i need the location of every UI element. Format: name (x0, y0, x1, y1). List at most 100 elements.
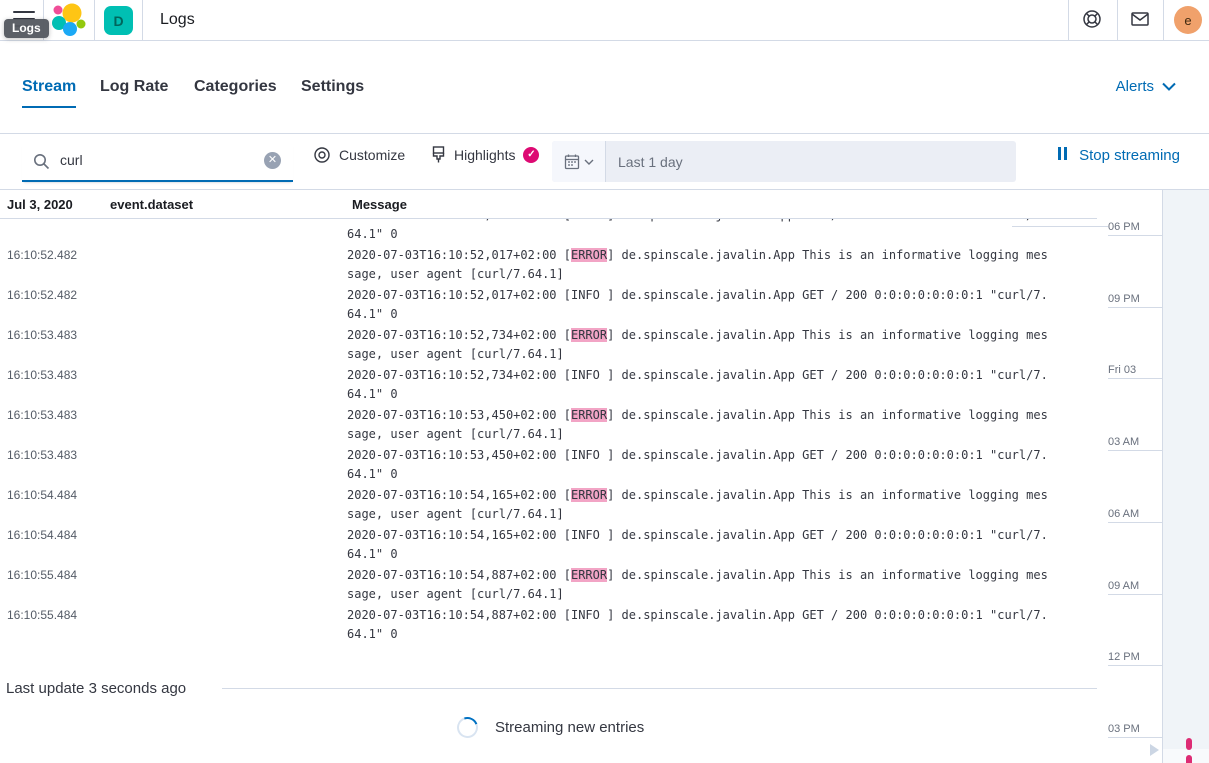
log-entry-message: 2020-07-03T16:10:53,450+02:00 [INFO ] de… (347, 446, 1051, 484)
tab-settings[interactable]: Settings (301, 78, 364, 96)
log-entry[interactable]: 16:10:52.482 2020-07-03T16:10:52,017+02:0… (0, 243, 1097, 283)
search-icon (33, 153, 50, 170)
alerts-label: Alerts (1116, 78, 1154, 95)
last-update-rule (222, 688, 1097, 689)
log-entry-timestamp: 16:10:53.483 (7, 408, 77, 422)
newsfeed-icon[interactable] (1129, 8, 1153, 32)
log-level-highlight: ERROR (571, 488, 607, 502)
minimap-tick: 09 PM (1108, 293, 1162, 308)
user-avatar[interactable]: e (1174, 6, 1202, 34)
date-range-picker[interactable]: Last 1 day (552, 141, 1016, 182)
page-title: Logs (160, 11, 195, 29)
minimap-search-marker (1186, 755, 1192, 763)
log-entry-message: 2020-07-03T16:10:52,017+02:00 [INFO ] de… (347, 286, 1051, 324)
minimap-tick-label: 03 AM (1108, 436, 1162, 450)
log-entry[interactable]: 16:10:52.482 2020-07-03T16:10:52,017+02:0… (0, 283, 1097, 323)
chevron-down-icon (1162, 82, 1176, 91)
tab-log-rate[interactable]: Log Rate (100, 78, 168, 96)
streaming-label: Streaming new entries (495, 719, 644, 736)
log-entry[interactable]: 16:10:53.483 2020-07-03T16:10:52,734+02:0… (0, 363, 1097, 403)
minimap-search-marker (1186, 738, 1192, 750)
calendar-icon (564, 153, 580, 170)
quick-select-button[interactable] (552, 141, 606, 182)
tab-stream[interactable]: Stream (22, 78, 76, 96)
top-navigation-bar: Logs D Logs (0, 0, 1209, 41)
highlights-button[interactable]: Highlights ✓ (431, 146, 539, 164)
minimap-tick-label: Fri 03 (1108, 364, 1162, 378)
log-entries-list: 16:10:51.4822020-07-03T16:10:51,298+02:0… (0, 203, 1097, 643)
stream-toolbar: ✕ Customize Highlights ✓ (0, 134, 1209, 190)
log-search-box: ✕ (22, 141, 293, 182)
log-entry-message: 2020-07-03T16:10:52,734+02:00 [ERROR] de… (347, 326, 1051, 364)
log-entry[interactable]: 16:10:55.484 2020-07-03T16:10:54,887+02:0… (0, 603, 1097, 643)
help-icon[interactable] (1081, 8, 1105, 32)
log-entry-timestamp: 16:10:54.484 (7, 528, 77, 542)
log-entry-timestamp: 16:10:53.483 (7, 448, 77, 462)
log-entry-message: 2020-07-03T16:10:54,887+02:00 [INFO ] de… (347, 606, 1051, 644)
column-header-date: Jul 3, 2020 (7, 197, 73, 212)
log-entry-message: 2020-07-03T16:10:54,165+02:00 [INFO ] de… (347, 526, 1051, 564)
log-level-highlight: ERROR (571, 248, 607, 262)
alerts-menu-button[interactable]: Alerts (1116, 78, 1176, 95)
log-entry-timestamp: 16:10:55.484 (7, 608, 77, 622)
date-range-value[interactable]: Last 1 day (606, 141, 1016, 182)
minimap-tick: Fri 03 (1108, 364, 1162, 379)
log-entry-timestamp: 16:10:54.484 (7, 488, 77, 502)
minimap-position-pointer (1150, 744, 1159, 756)
log-entry-timestamp: 16:10:52.482 (7, 248, 77, 262)
highlights-active-badge: ✓ (523, 147, 539, 163)
minimap-tick: 03 AM (1108, 436, 1162, 451)
tabs-row: Stream Log Rate Categories Settings Aler… (0, 41, 1209, 134)
minimap-tick-label: 06 AM (1108, 508, 1162, 522)
eye-icon (313, 146, 331, 164)
loading-spinner-icon (454, 714, 482, 742)
deployment-badge[interactable]: D (104, 6, 133, 35)
minimap-tick-label: 03 PM (1108, 723, 1162, 737)
minimap-tick-label: 06 PM (1108, 221, 1162, 235)
search-input[interactable] (60, 141, 250, 179)
logs-app: Logs D Logs (0, 0, 1209, 763)
minimap-time-ruler: 06 PM 09 PM Fri 03 03 AM 06 AM 09 AM 12 PM 03 P… (1097, 190, 1162, 763)
minimap-tick: 09 AM (1108, 580, 1162, 595)
log-level-highlight: ERROR (571, 568, 607, 582)
chevron-down-icon (584, 159, 594, 165)
log-stream[interactable]: 16:10:51.4822020-07-03T16:10:51,298+02:0… (0, 190, 1097, 763)
log-entry[interactable]: 16:10:54.484 2020-07-03T16:10:54,165+02:0… (0, 483, 1097, 523)
log-entry[interactable]: 16:10:55.4842020-07-03T16:10:54,887+02:0… (0, 563, 1097, 603)
log-level-highlight: ERROR (571, 408, 607, 422)
minimap-tick-label: 09 AM (1108, 580, 1162, 594)
log-entry[interactable]: 16:10:53.483 2020-07-03T16:10:53,450+02:0… (0, 443, 1097, 483)
log-entry-timestamp: 16:10:53.483 (7, 368, 77, 382)
log-table-header: Jul 3, 2020 event.dataset Message (0, 190, 1097, 219)
tab-categories[interactable]: Categories (194, 78, 277, 96)
minimap-tick: 06 PM (1108, 221, 1162, 236)
log-entry-message: 2020-07-03T16:10:52,734+02:00 [INFO ] de… (347, 366, 1051, 404)
brush-icon (431, 146, 446, 164)
last-update-text: Last update 3 seconds ago (6, 680, 186, 697)
log-entry[interactable]: 16:10:54.484 2020-07-03T16:10:54,165+02:0… (0, 523, 1097, 563)
log-entry[interactable]: 16:10:53.483 2020-07-03T16:10:52,734+02:0… (0, 323, 1097, 363)
log-entry-timestamp: 16:10:52.482 (7, 288, 77, 302)
log-level-highlight: ERROR (571, 328, 607, 342)
minimap-tick: 06 AM (1108, 508, 1162, 523)
log-entry-message: 2020-07-03T16:10:52,017+02:00 [ERROR] de… (347, 246, 1051, 284)
minimap-density-panel[interactable] (1162, 190, 1209, 763)
streaming-status: Streaming new entries (457, 717, 644, 738)
minimap-tick: 03 PM (1108, 723, 1162, 738)
pause-icon (1058, 147, 1070, 164)
nav-tooltip: Logs (4, 19, 49, 38)
column-header-dataset: event.dataset (110, 197, 193, 212)
log-entry[interactable]: 16:10:53.4832020-07-03T16:10:53,450+02:0… (0, 403, 1097, 443)
clear-search-icon[interactable]: ✕ (264, 152, 281, 169)
minimap-top-gridline (1012, 226, 1108, 227)
log-entry-timestamp: 16:10:55.484 (7, 568, 77, 582)
minimap-tick-label: 12 PM (1108, 651, 1162, 665)
column-header-message: Message (352, 197, 407, 212)
stop-streaming-button[interactable]: Stop streaming (1058, 147, 1180, 164)
minimap-tick-label: 09 PM (1108, 293, 1162, 307)
log-entry-message: 2020-07-03T16:10:54,165+02:00 [ERROR] de… (347, 486, 1051, 524)
elastic-logo[interactable] (50, 3, 86, 37)
minimap-tick: 12 PM (1108, 651, 1162, 666)
customize-button[interactable]: Customize (313, 146, 405, 164)
log-entry-timestamp: 16:10:53.483 (7, 328, 77, 342)
